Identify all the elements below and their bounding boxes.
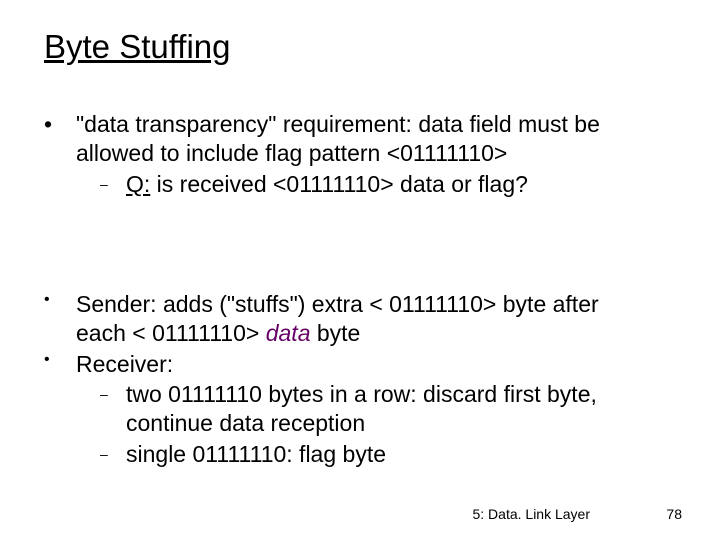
line: "data transparency" requirement: data fi… xyxy=(76,111,600,137)
sub-bullet-dash: – xyxy=(100,380,126,404)
body-block-1: • "data transparency" requirement: data … xyxy=(44,110,644,200)
bullet-item: • Receiver: xyxy=(44,350,644,379)
footer-section: 5: Data. Link Layer xyxy=(472,506,590,522)
sub-bullet-text: single 01111110: flag byte xyxy=(126,440,386,469)
sub-bullet-item: – single 01111110: flag byte xyxy=(100,440,644,469)
page-number: 78 xyxy=(666,506,682,522)
bullet-item: • "data transparency" requirement: data … xyxy=(44,110,644,168)
sub-bullet-dash: – xyxy=(100,170,126,194)
body-block-2: • Sender: adds ("stuffs") extra < 011111… xyxy=(44,290,644,471)
q-label: Q: xyxy=(126,171,150,197)
bullet-text: Receiver: xyxy=(76,350,173,379)
sub-bullet-item: – Q: is received <01111110> data or flag… xyxy=(100,170,644,199)
bullet-text: "data transparency" requirement: data fi… xyxy=(76,110,600,168)
sub-bullet-text: two 01111110 bytes in a row: discard fir… xyxy=(126,380,597,438)
slide-title: Byte Stuffing xyxy=(44,28,231,66)
line: allowed to include flag pattern <0111111… xyxy=(76,140,507,166)
q-rest: is received <01111110> data or flag? xyxy=(150,171,528,197)
bullet-dot: • xyxy=(44,290,76,310)
line: two 01111110 bytes in a row: discard fir… xyxy=(126,381,597,407)
line: Sender: adds ("stuffs") extra < 01111110… xyxy=(76,291,599,317)
sub-bullet-item: – two 01111110 bytes in a row: discard f… xyxy=(100,380,644,438)
bullet-dot: • xyxy=(44,110,76,139)
bullet-text: Sender: adds ("stuffs") extra < 01111110… xyxy=(76,290,599,348)
bullet-dot: • xyxy=(44,350,76,370)
line: byte xyxy=(310,320,360,346)
sub-bullet-text: Q: is received <01111110> data or flag? xyxy=(126,170,528,199)
slide: Byte Stuffing • "data transparency" requ… xyxy=(0,0,720,540)
data-word: data xyxy=(266,320,311,346)
sub-bullet-dash: – xyxy=(100,440,126,464)
line: continue data reception xyxy=(126,410,365,436)
line: each < 01111110> xyxy=(76,320,266,346)
bullet-item: • Sender: adds ("stuffs") extra < 011111… xyxy=(44,290,644,348)
